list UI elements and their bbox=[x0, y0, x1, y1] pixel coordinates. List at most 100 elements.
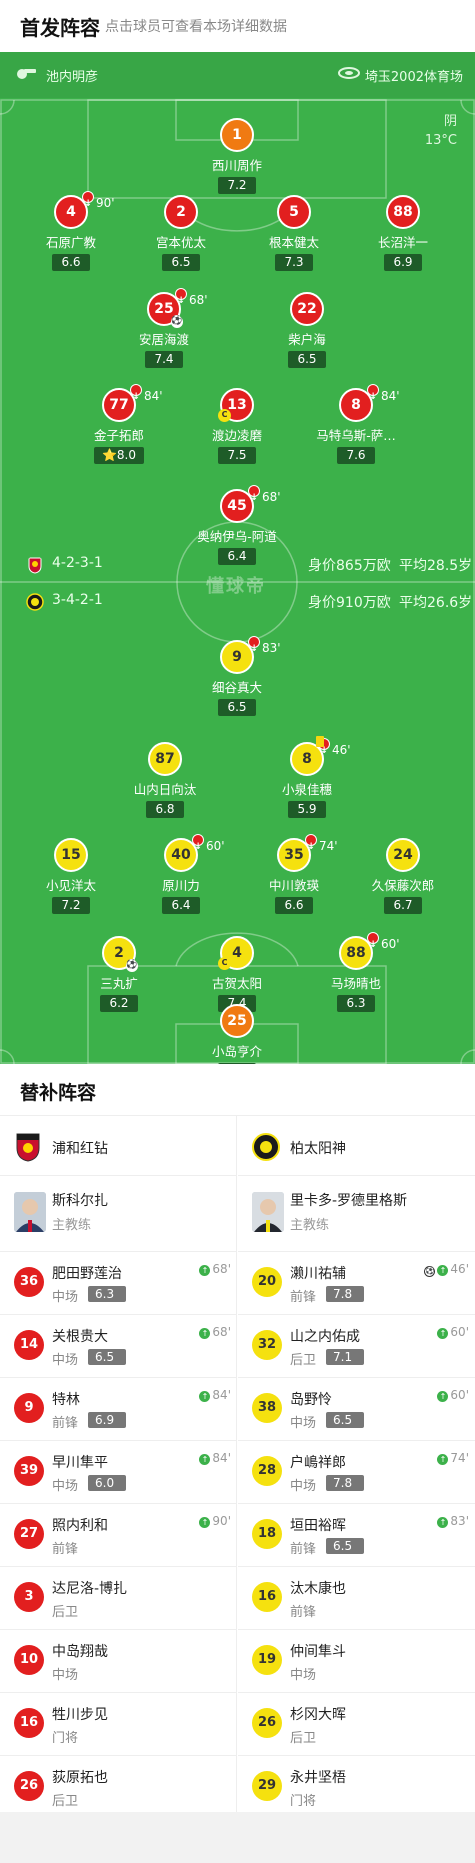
home-team-row[interactable]: 浦和红钻 bbox=[0, 1116, 237, 1176]
sub-player-row[interactable]: 27 照内利和 前锋 ↑ 90' bbox=[0, 1504, 237, 1567]
goal-ball-icon: ⚽ bbox=[126, 960, 138, 972]
sub-shirt-number: 18 bbox=[252, 1519, 282, 1549]
player-card[interactable]: 25小岛亨介8.0 bbox=[177, 1004, 297, 1064]
sub-player-position: 中场 bbox=[52, 1479, 79, 1494]
sub-in-icon: ↑ bbox=[199, 1328, 211, 1339]
player-card[interactable]: 4 C 古贺太阳 7.4 bbox=[177, 936, 297, 1012]
shirt-number: 40 60' bbox=[164, 832, 225, 872]
shirt-number-text: 22 bbox=[297, 301, 317, 317]
player-card[interactable]: 40 60' 原川力 6.4 bbox=[121, 832, 241, 914]
sub-player-row[interactable]: 18 垣田裕晖 前锋 6.5 ↑ 83' bbox=[238, 1504, 475, 1567]
weather-info: 阴 13°C bbox=[425, 112, 457, 150]
sub-player-name: 汰木康也 bbox=[290, 1581, 346, 1597]
sub-player-row[interactable]: 36 肥田野莲治 中场 6.3 ↑ 68' bbox=[0, 1252, 237, 1315]
player-card[interactable]: 9 83' 细谷真大 6.5 bbox=[177, 634, 297, 716]
sub-player-name: 濑川祐辅 bbox=[290, 1266, 346, 1282]
sub-player-row[interactable]: 9 特林 前锋 6.9 ↑ 84' bbox=[0, 1378, 237, 1441]
player-card[interactable]: 1 西川周作 7.2 bbox=[177, 118, 297, 194]
player-rating: 6.3 bbox=[337, 995, 375, 1012]
player-card[interactable]: 77 84' 金子拓郎 ⭐8.0 bbox=[59, 382, 179, 464]
sub-player-row[interactable]: 38 岛野怜 中场 6.5 ↑ 60' bbox=[238, 1378, 475, 1441]
shirt-number: 25 bbox=[220, 1004, 254, 1038]
player-card[interactable]: 45 68' 奥纳伊乌-阿道 6.4 bbox=[177, 483, 297, 565]
goal-ball-icon: ⚽ bbox=[424, 1266, 436, 1277]
sub-out-icon bbox=[192, 832, 204, 862]
player-card[interactable]: 13 C 渡边凌磨 7.5 bbox=[177, 388, 297, 464]
sub-player-row[interactable]: 16 牲川步见 门将 bbox=[0, 1693, 237, 1756]
player-card[interactable]: 4 90' 石原广教 6.6 bbox=[11, 189, 131, 271]
player-rating-value: 6.9 bbox=[393, 255, 413, 269]
player-card[interactable]: 88 长沼洋一 6.9 bbox=[343, 195, 463, 271]
away-coach-name: 里卡多-罗德里格斯 bbox=[290, 1193, 408, 1209]
sub-player-row[interactable]: 29 永井坚梧 门将 bbox=[238, 1756, 475, 1819]
sub-player-name: 杉冈大晖 bbox=[290, 1707, 346, 1723]
stadium-icon bbox=[338, 67, 360, 79]
goal-ball-icon: ⚽ bbox=[171, 316, 183, 328]
sub-in-icon: ↑ bbox=[437, 1328, 449, 1339]
player-name: 奥纳伊乌-阿道 bbox=[197, 529, 277, 544]
sub-player-position: 中场 bbox=[290, 1416, 317, 1431]
player-card[interactable]: 8 84' 马特乌斯-萨… 7.6 bbox=[296, 382, 416, 464]
sub-shirt-number: 26 bbox=[252, 1708, 282, 1738]
sub-player-row[interactable]: 19 仲间隼斗 中场 bbox=[238, 1630, 475, 1693]
page-subtitle: 点击球员可查看本场详细数据 bbox=[105, 19, 287, 35]
sub-in-info: ↑ 84' bbox=[199, 1451, 231, 1465]
sub-player-row[interactable]: 39 早川隼平 中场 6.0 ↑ 84' bbox=[0, 1441, 237, 1504]
player-card[interactable]: 5 根本健太 7.3 bbox=[234, 195, 354, 271]
sub-out-minute: 60' bbox=[206, 839, 225, 853]
sub-in-minute: 74' bbox=[450, 1451, 469, 1465]
sub-player-row[interactable]: 20 濑川祐辅 前锋 7.8 ⚽ ↑ 46' bbox=[238, 1252, 475, 1315]
shirt-number-text: 2 bbox=[114, 945, 124, 961]
shirt-number-text: 4 bbox=[66, 204, 76, 220]
player-card[interactable]: 8 46' 小泉佳穗 5.9 bbox=[247, 736, 367, 818]
away-team-row[interactable]: 柏太阳神 bbox=[238, 1116, 475, 1176]
player-rating: 7.3 bbox=[275, 254, 313, 271]
player-card[interactable]: 15 小见洋太 7.2 bbox=[11, 838, 131, 914]
sub-player-name: 户嶋祥郎 bbox=[290, 1455, 346, 1471]
player-card[interactable]: 35 74' 中川敦瑛 6.6 bbox=[234, 832, 354, 914]
sub-player-name: 照内利和 bbox=[52, 1518, 108, 1534]
sub-player-row[interactable]: 32 山之内佑成 后卫 7.1 ↑ 60' bbox=[238, 1315, 475, 1378]
sub-player-name: 肥田野莲治 bbox=[52, 1266, 122, 1282]
shirt-number-text: 88 bbox=[346, 945, 366, 961]
sub-player-row[interactable]: 28 户嶋祥郎 中场 7.8 ↑ 74' bbox=[238, 1441, 475, 1504]
away-subs-column: 柏太阳神 里卡多-罗德里格斯 主教练 20 濑川祐辅 前锋 7.8 ⚽ ↑ 46' 32 山之内… bbox=[238, 1116, 475, 1819]
away-coach-row[interactable]: 里卡多-罗德里格斯 主教练 bbox=[238, 1176, 475, 1252]
sub-shirt-number: 26 bbox=[14, 1771, 44, 1801]
sub-player-rating: 7.1 bbox=[326, 1349, 364, 1365]
player-rating-value: 7.5 bbox=[227, 448, 247, 462]
sub-player-row[interactable]: 26 荻原拓也 后卫 bbox=[0, 1756, 237, 1819]
player-card[interactable]: 22 柴户海 6.5 bbox=[247, 292, 367, 368]
sub-player-row[interactable]: 14 关根贵大 中场 6.5 ↑ 68' bbox=[0, 1315, 237, 1378]
sub-in-icon: ↑ bbox=[437, 1391, 449, 1402]
player-rating: 6.5 bbox=[288, 351, 326, 368]
player-card[interactable]: 24 久保藤次郎 6.7 bbox=[343, 838, 463, 914]
sub-player-position: 中场 bbox=[52, 1353, 79, 1368]
sub-player-position: 后卫 bbox=[290, 1731, 317, 1746]
player-card[interactable]: 2 ⚽ 三丸扩 6.2 bbox=[59, 936, 179, 1012]
player-rating: 6.2 bbox=[100, 995, 138, 1012]
player-rating-value: 6.3 bbox=[346, 996, 366, 1010]
player-rating: 7.5 bbox=[218, 447, 256, 464]
player-name: 山内日向汰 bbox=[133, 782, 197, 797]
sub-player-row[interactable]: 3 达尼洛-博扎 后卫 bbox=[0, 1567, 237, 1630]
player-rating: 6.6 bbox=[52, 254, 90, 271]
player-card[interactable]: 2 宫本优太 6.5 bbox=[121, 195, 241, 271]
sub-out-minute: 68' bbox=[189, 293, 208, 307]
player-card[interactable]: 87 山内日向汰 6.8 bbox=[105, 742, 225, 818]
player-name: 三丸扩 bbox=[100, 976, 138, 991]
sub-player-position: 中场 bbox=[52, 1290, 79, 1305]
sub-player-row[interactable]: 16 汰木康也 前锋 bbox=[238, 1567, 475, 1630]
player-card[interactable]: 88 60' 马场晴也 6.3 bbox=[296, 930, 416, 1012]
sub-in-icon: ↑ bbox=[199, 1391, 211, 1402]
page-title: 首发阵容 bbox=[20, 16, 100, 40]
sub-in-info: ↑ 60' bbox=[437, 1388, 469, 1402]
sub-player-position: 前锋 bbox=[52, 1542, 79, 1557]
player-card[interactable]: 25 68' ⚽ 安居海渡 7.4 bbox=[104, 286, 224, 368]
sub-player-row[interactable]: 10 中岛翔哉 中场 bbox=[0, 1630, 237, 1693]
sub-shirt-number: 3 bbox=[14, 1582, 44, 1612]
player-name: 宫本优太 bbox=[155, 235, 206, 250]
sub-player-name: 早川隼平 bbox=[52, 1455, 108, 1471]
sub-player-row[interactable]: 26 杉冈大晖后卫 bbox=[238, 1693, 475, 1756]
home-coach-row[interactable]: 斯科尔扎 主教练 bbox=[0, 1176, 237, 1252]
